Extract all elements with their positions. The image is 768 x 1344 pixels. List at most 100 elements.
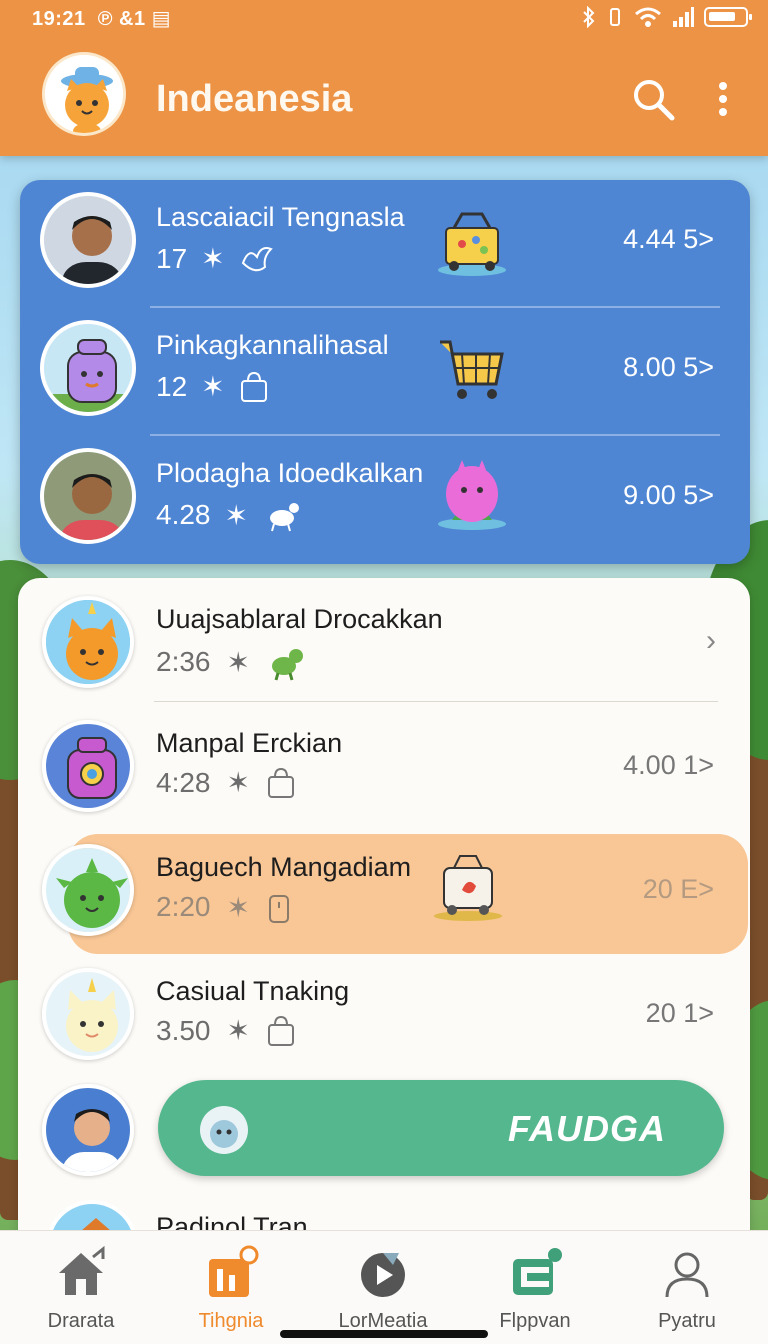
avatar	[42, 844, 134, 936]
bag-icon	[267, 1015, 294, 1046]
featured-value: 9.00 5>	[623, 480, 714, 510]
wallet-icon	[513, 1248, 562, 1295]
fruit-cart-sticker-icon	[434, 855, 502, 921]
avatar	[40, 448, 136, 544]
person-photo-icon	[44, 452, 132, 540]
pot-mascot-icon	[44, 324, 132, 412]
featured-meta: 12 ✶	[156, 370, 269, 403]
tag-icon	[268, 895, 289, 923]
list-item-value: 20 E>	[642, 874, 714, 904]
featured-row[interactable]: Plodagha Idoedkalkan 4.28 ✶ 9.00 5>	[20, 436, 750, 564]
nav-label: Pyatru	[658, 1310, 716, 1332]
list-item-value: 20 1>	[645, 998, 714, 1028]
list-item-name: Uuajsablaral Drocakkan	[156, 604, 443, 634]
avatar	[42, 968, 134, 1060]
app-avatar[interactable]	[42, 52, 126, 136]
cream-cat-icon	[46, 972, 130, 1056]
list-item[interactable]: Manpal Erckian 4:28 ✶ 4.00 1>	[18, 702, 750, 826]
profile-icon	[665, 1252, 709, 1298]
list-item-name: Casiual Tnaking	[156, 976, 350, 1006]
star-icon: ✶	[226, 646, 250, 678]
list-item[interactable]: Casiual Tnaking 3.50 ✶ 20 1>	[18, 950, 750, 1074]
signal-icon	[673, 7, 694, 27]
featured-name: Lascaiacil Tengnasla	[156, 202, 405, 232]
cat-mascot-icon	[45, 55, 123, 133]
star-icon: ✶	[224, 499, 248, 531]
pink-blob-sticker-icon	[438, 460, 506, 530]
orange-cat-icon	[46, 600, 130, 684]
featured-count: 17	[156, 242, 188, 274]
featured-meta: 17 ✶	[156, 242, 275, 275]
star-icon: ✶	[226, 1015, 250, 1046]
goat-icon	[269, 503, 299, 532]
chevron-right-icon: ›	[706, 624, 716, 657]
list-item-meta: 3.50 ✶	[156, 1014, 296, 1047]
status-time: 19:21 ℗ &1 ▤	[32, 8, 172, 30]
list-item-selected[interactable]: Baguech Mangadiam 2:20 ✶ 20 E>	[18, 826, 750, 954]
star-icon: ✶	[226, 767, 250, 798]
bag-icon	[240, 371, 267, 402]
status-bar: 19:21 ℗ &1 ▤	[32, 6, 752, 30]
featured-row[interactable]: Lascaiacil Tengnasla 17 ✶ 4.44 5>	[20, 180, 750, 308]
nav-item-stats[interactable]: Tihgnia	[156, 1241, 306, 1337]
more-vertical-icon	[719, 82, 727, 116]
search-icon	[634, 80, 675, 121]
green-dino-icon	[271, 649, 303, 681]
item-list: Uuajsablaral Drocakkan 2:36 ✶ › Manpal E…	[18, 578, 750, 1298]
featured-count: 4.28	[156, 499, 211, 530]
avatar	[40, 192, 136, 288]
featured-name: Plodagha Idoedkalkan	[156, 458, 424, 488]
wifi-icon	[635, 7, 661, 27]
purple-pot-icon	[46, 724, 130, 808]
more-menu-button[interactable]	[698, 74, 748, 124]
featured-meta: 4.28 ✶	[156, 498, 302, 532]
battery-icon	[704, 7, 752, 27]
nav-item-home[interactable]: Drarata	[6, 1241, 156, 1337]
star-icon: ✶	[226, 891, 250, 923]
avatar	[42, 720, 134, 812]
person-photo-icon	[46, 1088, 130, 1172]
search-button[interactable]	[628, 74, 678, 124]
list-item-time: 4:28	[156, 766, 211, 798]
list-item-meta: 2:36 ✶	[156, 642, 306, 682]
vibrate-icon	[610, 8, 620, 26]
shopping-cart-sticker-icon	[440, 340, 504, 399]
basket-sticker-icon	[438, 212, 506, 276]
list-item-meta: 4:28 ✶	[156, 766, 296, 799]
featured-card: Lascaiacil Tengnasla 17 ✶ 4.44 5> Pinkag…	[20, 180, 750, 564]
featured-value: 8.00 5>	[623, 352, 714, 382]
nav-item-media[interactable]: LorMeatia	[308, 1241, 458, 1337]
nav-item-profile[interactable]: Pyatru	[612, 1241, 762, 1337]
bird-icon	[241, 246, 273, 271]
featured-count: 12	[156, 370, 188, 402]
star-icon: ✶	[201, 243, 225, 274]
list-item-time: 3.50	[156, 1014, 211, 1046]
list-item-name: Baguech Mangadiam	[156, 852, 412, 882]
list-item-time: 2:36	[156, 646, 211, 677]
cloud-mascot-icon	[200, 1106, 248, 1154]
list-item-time: 2:20	[156, 891, 211, 922]
avatar	[40, 320, 136, 416]
bottom-navigation: Drarata Tihgnia LorMeatia Flppvan Pyatru	[0, 1230, 768, 1344]
avatar	[42, 596, 134, 688]
list-item-name: Manpal Erckian	[156, 728, 343, 758]
home-icon	[59, 1245, 105, 1295]
nav-label: Drarata	[47, 1310, 115, 1332]
star-icon: ✶	[201, 371, 225, 402]
status-extra: ℗ &1 ▤	[97, 8, 172, 30]
chart-icon	[209, 1245, 259, 1297]
play-icon	[361, 1253, 405, 1297]
list-item-value: 4.00 1>	[623, 750, 714, 780]
primary-action-label: FAUDGA	[508, 1108, 666, 1149]
home-indicator[interactable]	[280, 1330, 488, 1338]
primary-action-button[interactable]: FAUDGA	[158, 1080, 724, 1176]
bag-icon	[267, 767, 294, 798]
featured-name: Pinkagkannalihasal	[156, 330, 389, 360]
featured-row[interactable]: Pinkagkannalihasal 12 ✶ 8.00 5>	[20, 308, 750, 436]
avatar	[42, 1084, 134, 1176]
bluetooth-icon	[583, 6, 595, 28]
list-item-meta: 2:20 ✶	[156, 890, 292, 924]
list-item[interactable]: Uuajsablaral Drocakkan 2:36 ✶ ›	[18, 578, 750, 702]
nav-item-wallet[interactable]: Flppvan	[460, 1241, 610, 1337]
person-photo-icon	[44, 196, 132, 284]
